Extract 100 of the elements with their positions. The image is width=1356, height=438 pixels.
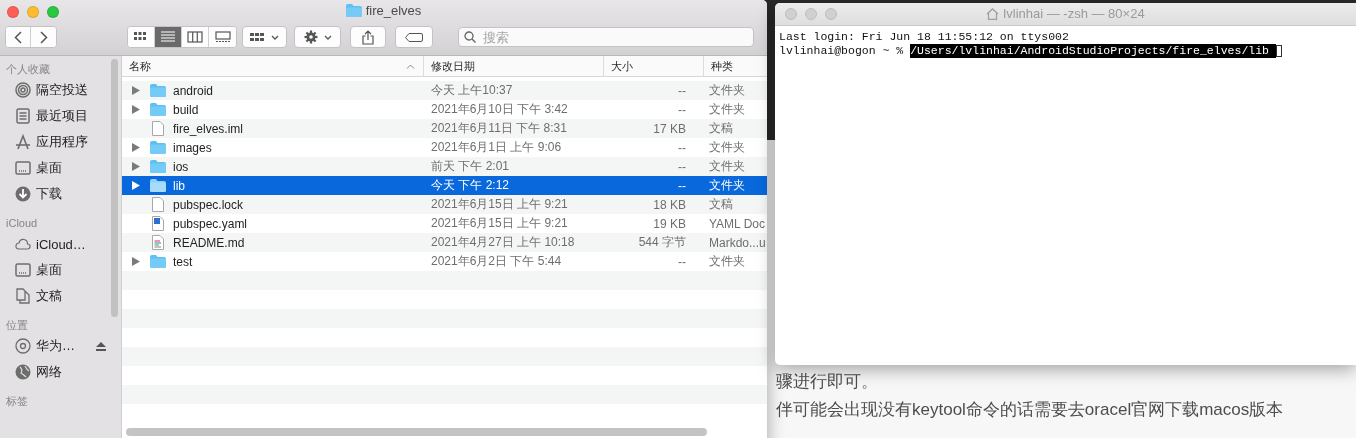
chevron-left-icon bbox=[14, 30, 22, 44]
text-cursor bbox=[1275, 45, 1282, 57]
kind-text: YAML Doc bbox=[709, 216, 765, 231]
navigation-control[interactable] bbox=[5, 26, 57, 48]
sidebar-heading: 个人收藏 bbox=[5, 62, 51, 77]
tag-button[interactable] bbox=[395, 26, 433, 48]
file-name: test bbox=[173, 254, 193, 269]
file-name: build bbox=[173, 102, 199, 117]
file-row[interactable]: fire_elves.iml 2021年6月11日 下午 8:31 17 KB 文稿 bbox=[122, 119, 767, 138]
icon-view-button[interactable] bbox=[128, 27, 155, 47]
eject-icon[interactable] bbox=[96, 341, 106, 351]
share-icon bbox=[362, 29, 374, 45]
file-name: ios bbox=[173, 159, 189, 174]
desktop-icon bbox=[15, 262, 31, 278]
disclosure-triangle-icon[interactable] bbox=[132, 257, 140, 266]
disclosure-triangle-icon[interactable] bbox=[132, 162, 140, 171]
sidebar-item[interactable]: 桌面 bbox=[0, 257, 121, 283]
kind-text: Markdo...u bbox=[709, 235, 766, 250]
download-icon bbox=[15, 186, 31, 202]
file-row[interactable]: ios 前天 下午 2:01 -- 文件夹 bbox=[122, 157, 767, 176]
file-name: pubspec.yaml bbox=[173, 216, 248, 231]
size-text: -- bbox=[678, 83, 686, 98]
list-view-button[interactable] bbox=[155, 27, 182, 47]
file-name: android bbox=[173, 83, 214, 98]
kind-text: 文件夹 bbox=[709, 177, 745, 194]
disclosure-triangle-icon[interactable] bbox=[132, 143, 140, 152]
text-file-icon bbox=[152, 235, 164, 250]
file-name: README.md bbox=[173, 235, 245, 250]
disclosure-triangle-icon[interactable] bbox=[132, 105, 140, 114]
sidebar-item[interactable]: 文稿 bbox=[0, 283, 121, 309]
sidebar-item[interactable]: 华为… bbox=[0, 333, 121, 359]
file-row[interactable]: README.md 2021年4月27日 上午 10:18 544 字节 Markdo...u bbox=[122, 233, 767, 252]
column-header[interactable]: 种类 bbox=[704, 56, 766, 76]
date-text: 今天 上午10:37 bbox=[431, 82, 513, 99]
window-title: lvlinhai — -zsh — 80×24 bbox=[1003, 6, 1145, 21]
window-title: fire_elves bbox=[365, 3, 422, 18]
date-text: 今天 下午 2:12 bbox=[431, 177, 510, 194]
column-header[interactable]: 大小 bbox=[604, 56, 704, 76]
date-text: 2021年6月1日 上午 9:06 bbox=[431, 139, 562, 156]
yaml-file-icon bbox=[152, 216, 164, 231]
back-button[interactable] bbox=[6, 27, 31, 47]
search-icon bbox=[464, 31, 476, 43]
sidebar-item[interactable]: 应用程序 bbox=[0, 129, 121, 155]
size-text: -- bbox=[678, 178, 686, 193]
airdrop-icon bbox=[15, 82, 31, 98]
selected-path-text: /Users/lvlinhai/AndroidStudioProjects/fire_elves/lib bbox=[910, 44, 1276, 58]
date-text: 2021年6月15日 上午 9:21 bbox=[431, 196, 568, 213]
grid-icon bbox=[250, 30, 265, 44]
document-icon bbox=[15, 288, 31, 304]
kind-text: 文稿 bbox=[709, 196, 733, 213]
sidebar-item[interactable]: 网络 bbox=[0, 359, 121, 385]
kind-text: 文件夹 bbox=[709, 139, 745, 156]
size-text: 17 KB bbox=[653, 121, 686, 136]
apps-icon bbox=[15, 134, 31, 150]
sidebar-item[interactable]: 隔空投送 bbox=[0, 77, 121, 103]
disclosure-triangle-icon[interactable] bbox=[132, 86, 140, 95]
date-text: 2021年6月2日 下午 5:44 bbox=[431, 253, 562, 270]
scrollbar[interactable] bbox=[126, 428, 707, 436]
gear-icon bbox=[303, 30, 318, 44]
file-row[interactable]: pubspec.lock 2021年6月15日 上午 9:21 18 KB 文稿 bbox=[122, 195, 767, 214]
scrollbar[interactable] bbox=[111, 59, 118, 317]
file-icon bbox=[152, 197, 164, 212]
column-header[interactable]: 名称 bbox=[122, 56, 424, 76]
column-view-icon bbox=[187, 30, 203, 44]
clock-document-icon bbox=[15, 108, 31, 124]
kind-text: 文件夹 bbox=[709, 101, 745, 118]
folder-icon bbox=[150, 141, 166, 154]
caret-icon bbox=[271, 34, 279, 40]
file-row[interactable]: lib 今天 下午 2:12 -- 文件夹 bbox=[122, 176, 767, 195]
date-text: 2021年4月27日 上午 10:18 bbox=[431, 234, 575, 251]
file-name: fire_elves.iml bbox=[173, 121, 244, 136]
desktop-icon bbox=[15, 160, 31, 176]
sidebar-heading: 标签 bbox=[5, 394, 29, 409]
home-icon bbox=[986, 7, 1000, 20]
disclosure-triangle-icon[interactable] bbox=[132, 181, 140, 190]
action-button[interactable] bbox=[294, 26, 341, 48]
sidebar-item[interactable]: 最近项目 bbox=[0, 103, 121, 129]
sidebar-heading: iCloud bbox=[5, 216, 39, 231]
size-text: -- bbox=[678, 102, 686, 117]
sidebar-item[interactable]: 下载 bbox=[0, 181, 121, 207]
sidebar-heading: 位置 bbox=[5, 318, 29, 333]
kind-text: 文件夹 bbox=[709, 82, 745, 99]
file-name: images bbox=[173, 140, 212, 155]
file-icon bbox=[152, 121, 164, 136]
group-button[interactable] bbox=[242, 26, 287, 48]
sidebar-item[interactable]: 桌面 bbox=[0, 155, 121, 181]
share-button[interactable] bbox=[350, 26, 386, 48]
kind-text: 文稿 bbox=[709, 120, 733, 137]
file-name: lib bbox=[173, 178, 185, 193]
globe-icon bbox=[15, 364, 31, 380]
search-field[interactable]: 搜索 bbox=[458, 27, 754, 47]
folder-icon bbox=[150, 84, 166, 97]
size-text: 544 字节 bbox=[638, 234, 686, 251]
disc-icon bbox=[15, 338, 31, 354]
folder-icon bbox=[345, 4, 362, 17]
view-mode-control[interactable] bbox=[127, 26, 237, 48]
sidebar-item[interactable]: iCloud… bbox=[0, 231, 121, 257]
column-header[interactable]: 修改日期 bbox=[424, 56, 604, 76]
file-row[interactable]: android 今天 上午10:37 -- 文件夹 bbox=[122, 81, 767, 100]
size-text: 19 KB bbox=[653, 216, 686, 231]
